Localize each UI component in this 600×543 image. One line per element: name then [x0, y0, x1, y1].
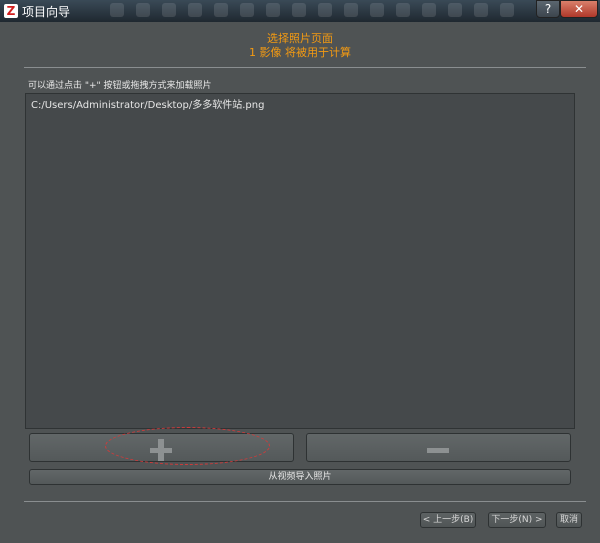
footer-divider: [24, 501, 586, 502]
title-bar: Z 项目向导 ? ✕: [0, 0, 600, 22]
cancel-button[interactable]: 取消: [556, 512, 582, 528]
window-title: 项目向导: [22, 5, 71, 19]
page-subtitle: 1 影像 将被用于计算: [249, 46, 351, 59]
toolbar-icon: [396, 3, 410, 17]
toolbar-icon: [240, 3, 254, 17]
toolbar-icon: [422, 3, 436, 17]
app-logo-icon: Z: [4, 4, 18, 18]
photo-list[interactable]: C:/Users/Administrator/Desktop/多多软件站.png: [25, 93, 575, 429]
highlight-ellipse: [105, 427, 270, 465]
toolbar-icon: [214, 3, 228, 17]
list-item[interactable]: C:/Users/Administrator/Desktop/多多软件站.png: [31, 96, 264, 111]
toolbar-icon: [266, 3, 280, 17]
toolbar-icon: [474, 3, 488, 17]
toolbar-icon: [136, 3, 150, 17]
wizard-header: 选择照片页面 1 影像 将被用于计算: [0, 22, 600, 66]
toolbar-icon: [344, 3, 358, 17]
toolbar-icon: [500, 3, 514, 17]
toolbar-icon: [370, 3, 384, 17]
toolbar-icon: [318, 3, 332, 17]
previous-button[interactable]: < 上一步(B): [420, 512, 476, 528]
toolbar-icon: [188, 3, 202, 17]
toolbar-icon: [448, 3, 462, 17]
toolbar-icon: [110, 3, 124, 17]
toolbar-icon: [162, 3, 176, 17]
instruction-text: 可以通过点击 "+" 按钮或拖拽方式来加载照片: [28, 81, 212, 91]
close-button[interactable]: ✕: [560, 0, 598, 18]
next-button[interactable]: 下一步(N) >: [488, 512, 546, 528]
help-button[interactable]: ?: [536, 0, 560, 18]
import-from-video-button[interactable]: 从视频导入照片: [29, 469, 571, 485]
project-wizard-window: Z 项目向导 ? ✕ 选择照片页面 1 影像 将被用于计算 可以通过点击 "+"…: [0, 0, 600, 543]
background-toolbar: [110, 3, 514, 17]
minus-icon: [427, 448, 449, 453]
header-divider: [24, 67, 586, 68]
toolbar-icon: [292, 3, 306, 17]
